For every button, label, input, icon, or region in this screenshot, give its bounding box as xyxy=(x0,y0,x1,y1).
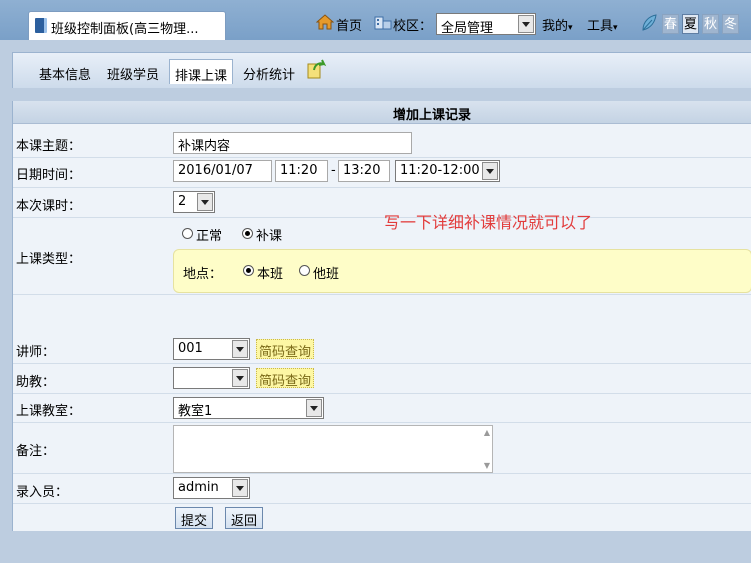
datetime-row: 日期时间： 2016/01/07 11:20 - 13:20 11:20-12:… xyxy=(13,158,751,188)
caret-down-icon: ▾ xyxy=(613,23,618,33)
assistant-row: 助教： 简码查询 xyxy=(13,364,751,394)
home-icon[interactable] xyxy=(316,13,334,31)
classroom-row: 上课教室： 教室1 xyxy=(13,394,751,423)
time-range-select[interactable]: 11:20-12:00 xyxy=(395,160,500,182)
season-autumn[interactable]: 秋 xyxy=(702,14,719,34)
remark-label: 备注： xyxy=(16,444,56,459)
school-icon[interactable] xyxy=(374,13,392,31)
location-box: 地点： 本班 他班 xyxy=(173,249,751,293)
annotation-note: 写一下详细补课情况就可以了 xyxy=(384,213,593,232)
mine-menu-label: 我的 xyxy=(542,19,569,34)
class-panel-tab[interactable]: 班级控制面板(高三物理... xyxy=(28,11,226,40)
class-panel: 基本信息 班级学员 排课上课 分析统计 增加上课记录 本课主题： 补课内容 日期… xyxy=(0,40,751,563)
datetime-label: 日期时间： xyxy=(16,168,82,183)
refresh-icon[interactable] xyxy=(305,58,327,80)
operator-value: admin xyxy=(178,480,219,495)
remark-row: 备注： ▲ ▼ xyxy=(13,423,751,474)
hours-label: 本次课时： xyxy=(16,199,82,214)
operator-row: 录入员： admin xyxy=(13,474,751,504)
radio-makeup[interactable] xyxy=(242,228,253,239)
topic-input[interactable]: 补课内容 xyxy=(173,132,412,154)
tools-menu-label: 工具 xyxy=(587,19,614,34)
class-panel-tab-label: 班级控制面板(高三物理... xyxy=(51,22,199,37)
school-select[interactable]: 全局管理 xyxy=(436,13,536,36)
teacher-row: 讲师： 001 简码查询 xyxy=(13,335,751,364)
leaf-icon[interactable] xyxy=(640,13,658,33)
radio-other-class[interactable] xyxy=(299,265,310,276)
season-summer[interactable]: 夏 xyxy=(682,14,699,34)
date-input[interactable]: 2016/01/07 xyxy=(173,160,272,182)
tab-analysis[interactable]: 分析统计 xyxy=(243,64,295,83)
remark-textarea[interactable]: ▲ ▼ xyxy=(173,425,493,473)
teacher-value: 001 xyxy=(178,341,203,356)
operator-label: 录入员： xyxy=(16,485,69,500)
tab-class-students[interactable]: 班级学员 xyxy=(107,64,159,83)
hours-value: 2 xyxy=(178,194,187,209)
school-select-value: 全局管理 xyxy=(441,21,494,36)
chevron-down-icon xyxy=(306,399,322,417)
radio-makeup-label: 补课 xyxy=(256,229,283,244)
lesson-type-row: 上课类型： 正常 补课 地点： 本班 他班 xyxy=(13,218,751,295)
time-range-value: 11:20-12:00 xyxy=(400,163,480,178)
topic-row: 本课主题： 补课内容 xyxy=(13,130,751,158)
location-label: 地点： xyxy=(183,267,223,282)
book-icon xyxy=(35,18,47,33)
chevron-down-icon xyxy=(232,340,248,358)
back-button[interactable]: 返回 xyxy=(225,507,264,529)
sub-navigation: 基本信息 班级学员 排课上课 分析统计 xyxy=(12,52,751,88)
home-link[interactable]: 首页 xyxy=(336,15,362,34)
chevron-down-icon xyxy=(518,15,534,33)
radio-other-class-label: 他班 xyxy=(313,267,340,282)
lesson-type-label: 上课类型： xyxy=(16,252,82,267)
form-header: 增加上课记录 xyxy=(13,101,751,124)
classroom-select[interactable]: 教室1 xyxy=(173,397,324,419)
tools-menu[interactable]: 工具▾ xyxy=(587,15,618,34)
classroom-label: 上课教室： xyxy=(16,404,82,419)
chevron-down-icon xyxy=(482,162,498,180)
radio-own-class[interactable] xyxy=(243,265,254,276)
chevron-down-icon xyxy=(232,479,248,497)
mine-menu[interactable]: 我的▾ xyxy=(542,15,573,34)
scroll-up-icon[interactable]: ▲ xyxy=(484,428,490,437)
scroll-down-icon[interactable]: ▼ xyxy=(484,461,490,470)
start-time-input[interactable]: 11:20 xyxy=(275,160,328,182)
teacher-lookup-button[interactable]: 简码查询 xyxy=(256,339,315,360)
season-winter[interactable]: 冬 xyxy=(722,14,739,34)
form-title: 增加上课记录 xyxy=(393,108,472,123)
hours-row: 本次课时： 2 xyxy=(13,188,751,218)
assistant-label: 助教： xyxy=(16,375,56,390)
chevron-down-icon xyxy=(232,369,248,387)
add-lesson-form: 增加上课记录 本课主题： 补课内容 日期时间： 2016/01/07 11:20… xyxy=(12,101,751,531)
tab-basic-info[interactable]: 基本信息 xyxy=(39,64,91,83)
operator-select[interactable]: admin xyxy=(173,477,250,499)
radio-normal-label: 正常 xyxy=(196,229,223,244)
time-separator: - xyxy=(331,163,336,178)
actions-row: 提交 返回 xyxy=(13,504,751,531)
assistant-lookup-button[interactable]: 简码查询 xyxy=(256,368,315,389)
end-time-input[interactable]: 13:20 xyxy=(338,160,390,182)
tab-schedule[interactable]: 排课上课 xyxy=(169,59,234,84)
school-label: 校区： xyxy=(393,19,433,34)
season-spring[interactable]: 春 xyxy=(662,14,679,34)
classroom-value: 教室1 xyxy=(178,404,213,419)
teacher-label: 讲师： xyxy=(16,345,56,360)
radio-normal[interactable] xyxy=(182,228,193,239)
top-bar: 班级控制面板(高三物理... 首页 校区： 全局管理 我的▾ 工具▾ 春 夏 秋… xyxy=(0,0,751,40)
assistant-select[interactable] xyxy=(173,367,250,389)
caret-down-icon: ▾ xyxy=(568,23,573,33)
topic-label: 本课主题： xyxy=(16,139,82,154)
submit-button[interactable]: 提交 xyxy=(175,507,214,529)
teacher-select[interactable]: 001 xyxy=(173,338,250,360)
chevron-down-icon xyxy=(197,193,213,211)
hours-select[interactable]: 2 xyxy=(173,191,215,213)
radio-own-class-label: 本班 xyxy=(257,267,284,282)
